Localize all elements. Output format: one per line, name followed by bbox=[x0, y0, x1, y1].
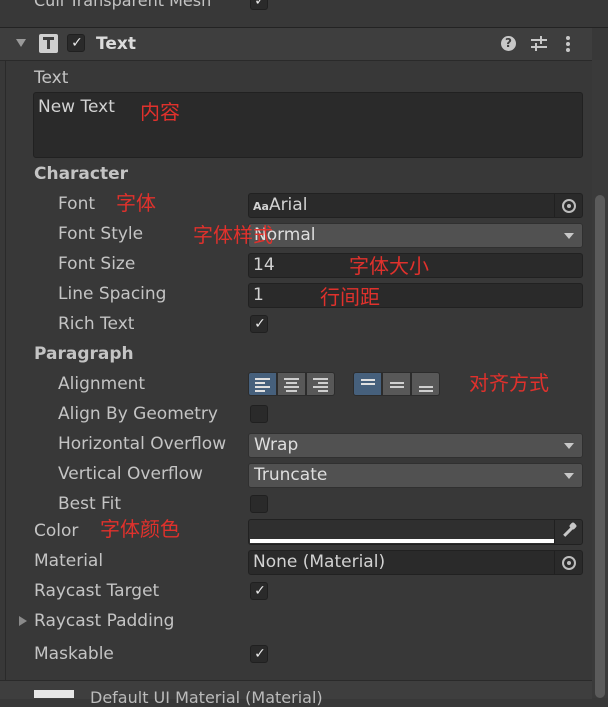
component-enabled-checkbox[interactable]: ✓ bbox=[67, 34, 85, 52]
font-asset-icon: Aa bbox=[253, 200, 269, 213]
object-picker-icon[interactable] bbox=[554, 194, 582, 217]
font-style-label: Font Style bbox=[58, 224, 144, 244]
cull-transparent-mesh-label: Cull Transparent Mesh bbox=[34, 0, 212, 10]
horizontal-overflow-label: Horizontal Overflow bbox=[58, 434, 227, 454]
help-icon[interactable]: ? bbox=[501, 36, 516, 51]
text-content-area[interactable]: New Text bbox=[33, 92, 583, 158]
chevron-down-icon bbox=[564, 233, 574, 239]
annotation-font-style: 字体样式 bbox=[193, 223, 273, 247]
annotation-line-spacing: 行间距 bbox=[320, 285, 380, 309]
material-label: Material bbox=[34, 551, 104, 571]
best-fit-checkbox[interactable] bbox=[250, 495, 268, 513]
color-field[interactable] bbox=[248, 519, 583, 545]
eyedropper-icon[interactable] bbox=[554, 520, 582, 544]
align-top-icon[interactable] bbox=[353, 372, 382, 396]
rich-text-label: Rich Text bbox=[58, 314, 135, 334]
annotation-font-size: 字体大小 bbox=[349, 254, 429, 278]
vertical-alignment-group bbox=[353, 372, 443, 398]
character-heading: Character bbox=[34, 164, 129, 184]
annotation-alignment: 对齐方式 bbox=[469, 371, 549, 395]
paragraph-heading: Paragraph bbox=[34, 344, 134, 364]
maskable-label: Maskable bbox=[34, 644, 114, 664]
raycast-target-checkbox[interactable]: ✓ bbox=[250, 582, 268, 600]
scrollbar-thumb[interactable] bbox=[595, 195, 605, 698]
chevron-down-icon bbox=[564, 473, 574, 479]
kebab-menu-icon[interactable] bbox=[566, 35, 570, 53]
font-style-dropdown[interactable]: Normal bbox=[248, 223, 583, 248]
font-label: Font bbox=[58, 194, 96, 214]
vertical-overflow-dropdown[interactable]: Truncate bbox=[248, 463, 583, 488]
material-preview-icon bbox=[34, 690, 74, 698]
cull-transparent-mesh-checkbox[interactable]: ✓ bbox=[250, 0, 268, 10]
raycast-target-label: Raycast Target bbox=[34, 581, 160, 601]
align-middle-icon[interactable] bbox=[382, 372, 411, 396]
component-title: Text bbox=[96, 34, 136, 54]
align-center-icon[interactable] bbox=[277, 372, 306, 396]
line-spacing-label: Line Spacing bbox=[58, 284, 167, 304]
material-field[interactable]: None (Material) bbox=[248, 550, 583, 575]
foldout-arrow-right-icon[interactable] bbox=[19, 616, 27, 626]
color-label: Color bbox=[34, 521, 79, 541]
presets-icon[interactable] bbox=[530, 35, 548, 53]
raycast-padding-label[interactable]: Raycast Padding bbox=[34, 611, 174, 631]
horizontal-overflow-dropdown[interactable]: Wrap bbox=[248, 433, 583, 458]
vertical-overflow-label: Vertical Overflow bbox=[58, 464, 203, 484]
line-spacing-input[interactable]: 1 bbox=[248, 283, 583, 308]
text-label: Text bbox=[34, 68, 69, 88]
font-size-label: Font Size bbox=[58, 254, 136, 274]
align-left-icon[interactable] bbox=[248, 372, 277, 396]
annotation-content: 内容 bbox=[140, 100, 180, 124]
text-component-icon bbox=[39, 34, 58, 53]
annotation-color: 字体颜色 bbox=[100, 517, 180, 541]
align-right-icon[interactable] bbox=[306, 372, 335, 396]
chevron-down-icon bbox=[564, 443, 574, 449]
rich-text-checkbox[interactable]: ✓ bbox=[250, 315, 268, 333]
font-field[interactable]: AaArial bbox=[248, 193, 583, 218]
horizontal-alignment-group bbox=[248, 372, 338, 398]
object-picker-icon[interactable] bbox=[554, 551, 582, 574]
alignment-label: Alignment bbox=[58, 374, 146, 394]
align-by-geometry-checkbox[interactable] bbox=[250, 405, 268, 423]
maskable-checkbox[interactable]: ✓ bbox=[250, 645, 268, 663]
foldout-arrow-icon[interactable] bbox=[16, 39, 26, 47]
best-fit-label: Best Fit bbox=[58, 494, 121, 514]
color-swatch bbox=[250, 539, 555, 543]
align-bottom-icon[interactable] bbox=[411, 372, 440, 396]
inspector-left-border bbox=[5, 60, 6, 680]
align-by-geometry-label: Align By Geometry bbox=[58, 404, 218, 424]
annotation-font: 字体 bbox=[116, 191, 156, 215]
